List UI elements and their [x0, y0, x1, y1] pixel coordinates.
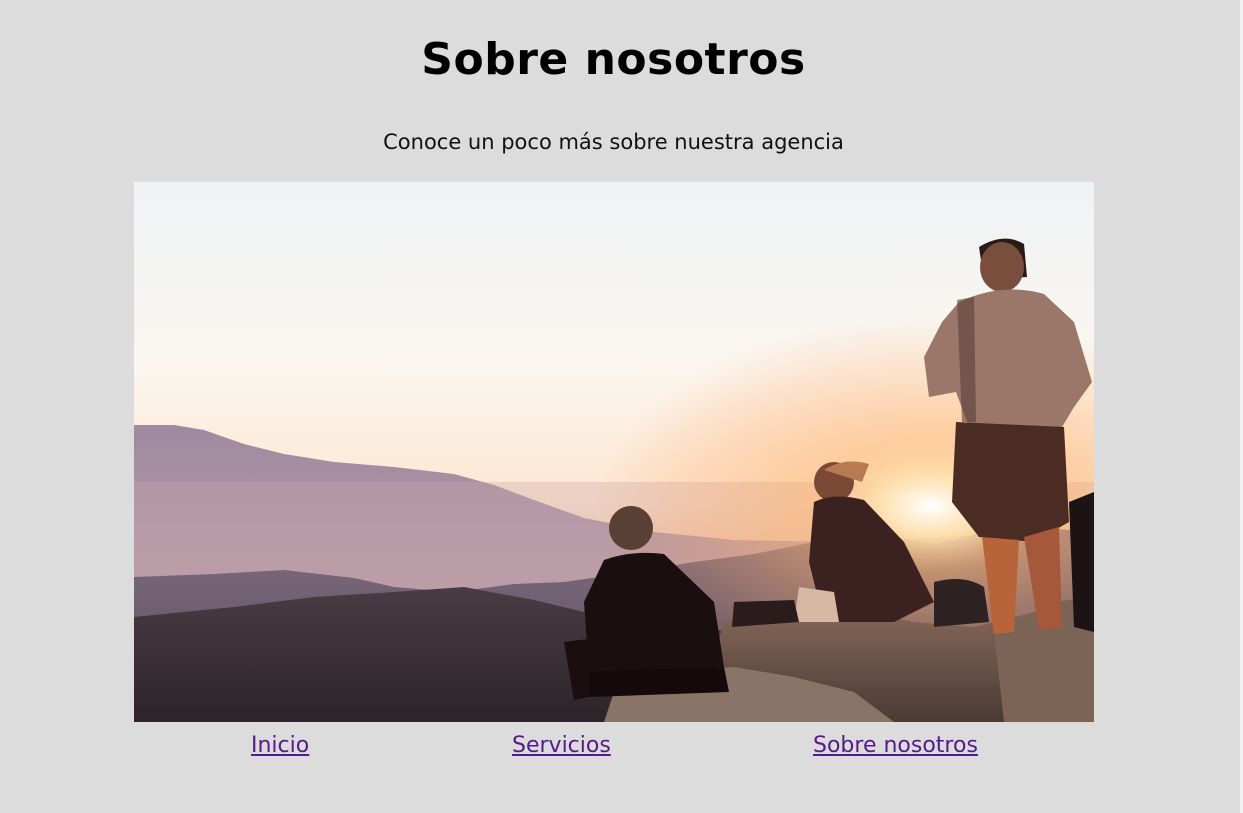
page-subtitle: Conoce un poco más sobre nuestra agencia [383, 130, 844, 154]
nav-link-sobre-nosotros[interactable]: Sobre nosotros [813, 730, 978, 762]
bottom-nav: Inicio Servicios Sobre nosotros [134, 730, 1094, 762]
nav-link-servicios[interactable]: Servicios [512, 730, 611, 762]
hero-image [134, 182, 1094, 722]
nav-link-inicio[interactable]: Inicio [251, 730, 309, 762]
page-title: Sobre nosotros [421, 34, 806, 85]
